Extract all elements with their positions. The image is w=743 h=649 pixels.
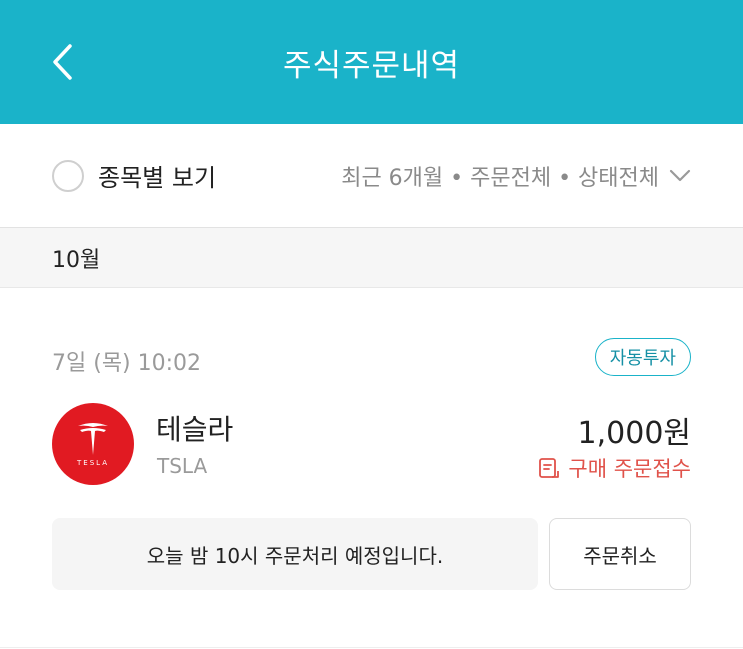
month-section-header: 10월 bbox=[0, 228, 743, 288]
stock-name: 테슬라 bbox=[156, 413, 234, 446]
group-by-stock-label: 종목별 보기 bbox=[98, 164, 217, 192]
processing-notice: 오늘 밤 10시 주문처리 예정입니다. bbox=[52, 518, 538, 590]
auto-invest-badge: 자동투자 bbox=[594, 338, 691, 376]
divider bbox=[0, 647, 743, 648]
month-label: 10월 bbox=[52, 247, 101, 273]
chevron-down-icon bbox=[669, 169, 691, 183]
logo-wordmark: TESLA bbox=[77, 459, 109, 467]
order-status: 구매 주문접수 bbox=[538, 453, 691, 483]
order-status-text: 구매 주문접수 bbox=[568, 457, 691, 481]
stock-ticker: TSLA bbox=[157, 454, 208, 478]
order-amount: 1,000원 bbox=[577, 416, 691, 451]
filter-bar: 종목별 보기 최근 6개월 • 주문전체 • 상태전체 bbox=[0, 124, 743, 228]
filter-summary-text: 최근 6개월 • 주문전체 • 상태전체 bbox=[341, 165, 659, 191]
back-button[interactable] bbox=[38, 38, 86, 86]
receipt-icon bbox=[538, 457, 560, 479]
order-item: 7일 (목) 10:02 자동투자 TESLA 테슬라 TSLA 1,000원 … bbox=[0, 288, 743, 648]
tesla-logo: TESLA bbox=[52, 403, 134, 485]
group-by-stock-toggle[interactable]: 종목별 보기 bbox=[52, 158, 216, 193]
page-title: 주식주문내역 bbox=[282, 47, 461, 84]
cancel-order-button[interactable]: 주문취소 bbox=[549, 518, 691, 590]
tesla-t-icon bbox=[78, 423, 108, 455]
processing-notice-text: 오늘 밤 10시 주문처리 예정입니다. bbox=[146, 543, 444, 568]
app-header: 주식주문내역 bbox=[0, 0, 743, 124]
radio-button[interactable] bbox=[52, 159, 84, 192]
filter-dropdown[interactable]: 최근 6개월 • 주문전체 • 상태전체 bbox=[341, 160, 691, 192]
order-date: 7일 (목) 10:02 bbox=[52, 351, 202, 376]
chevron-left-icon bbox=[53, 44, 72, 80]
